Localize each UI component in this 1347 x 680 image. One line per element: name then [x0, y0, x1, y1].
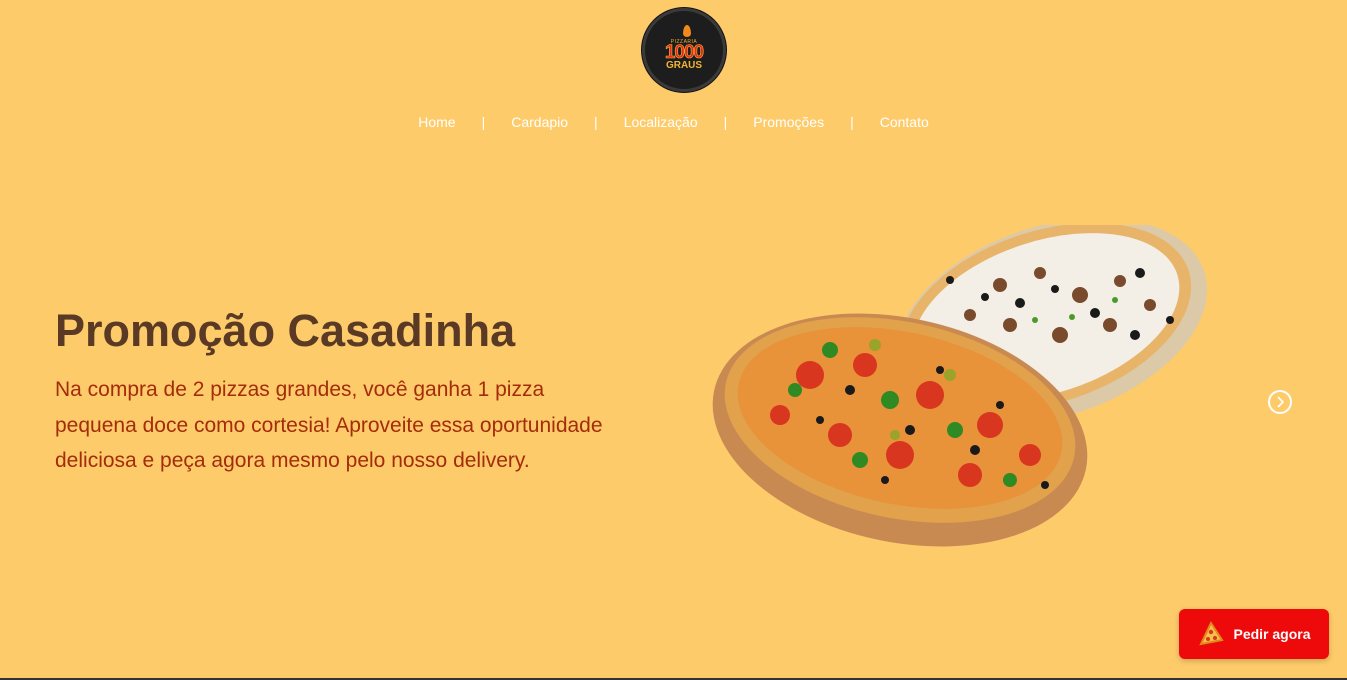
logo-sub-text: GRAUS [665, 60, 703, 71]
pizza-slice-icon [1199, 620, 1225, 646]
pizzas-image [700, 218, 1220, 555]
nav-separator: | [723, 114, 728, 130]
main-nav: Home | Cardapio | Localização | Promoçõe… [0, 114, 1347, 130]
order-now-button[interactable]: Pedir agora [1179, 609, 1329, 659]
order-now-label: Pedir agora [1233, 626, 1311, 642]
nav-separator: | [481, 114, 486, 130]
nav-cardapio[interactable]: Cardapio [511, 114, 568, 130]
chevron-right-icon [1277, 396, 1285, 408]
flame-icon [683, 25, 691, 37]
nav-separator: | [850, 114, 854, 130]
nav-separator: | [594, 114, 598, 130]
logo-number: 1000 [664, 42, 705, 63]
nav-home[interactable]: Home [418, 114, 455, 130]
promo-title: Promoção Casadinha [55, 305, 516, 356]
carousel-next-button[interactable] [1268, 390, 1292, 414]
logo[interactable]: PIZZARIA 1000 GRAUS [642, 8, 726, 92]
nav-promocoes[interactable]: Promoções [753, 114, 824, 130]
nav-localizacao[interactable]: Localização [624, 114, 698, 130]
nav-contato[interactable]: Contato [880, 114, 929, 130]
promo-description: Na compra de 2 pizzas grandes, você ganh… [55, 378, 603, 472]
